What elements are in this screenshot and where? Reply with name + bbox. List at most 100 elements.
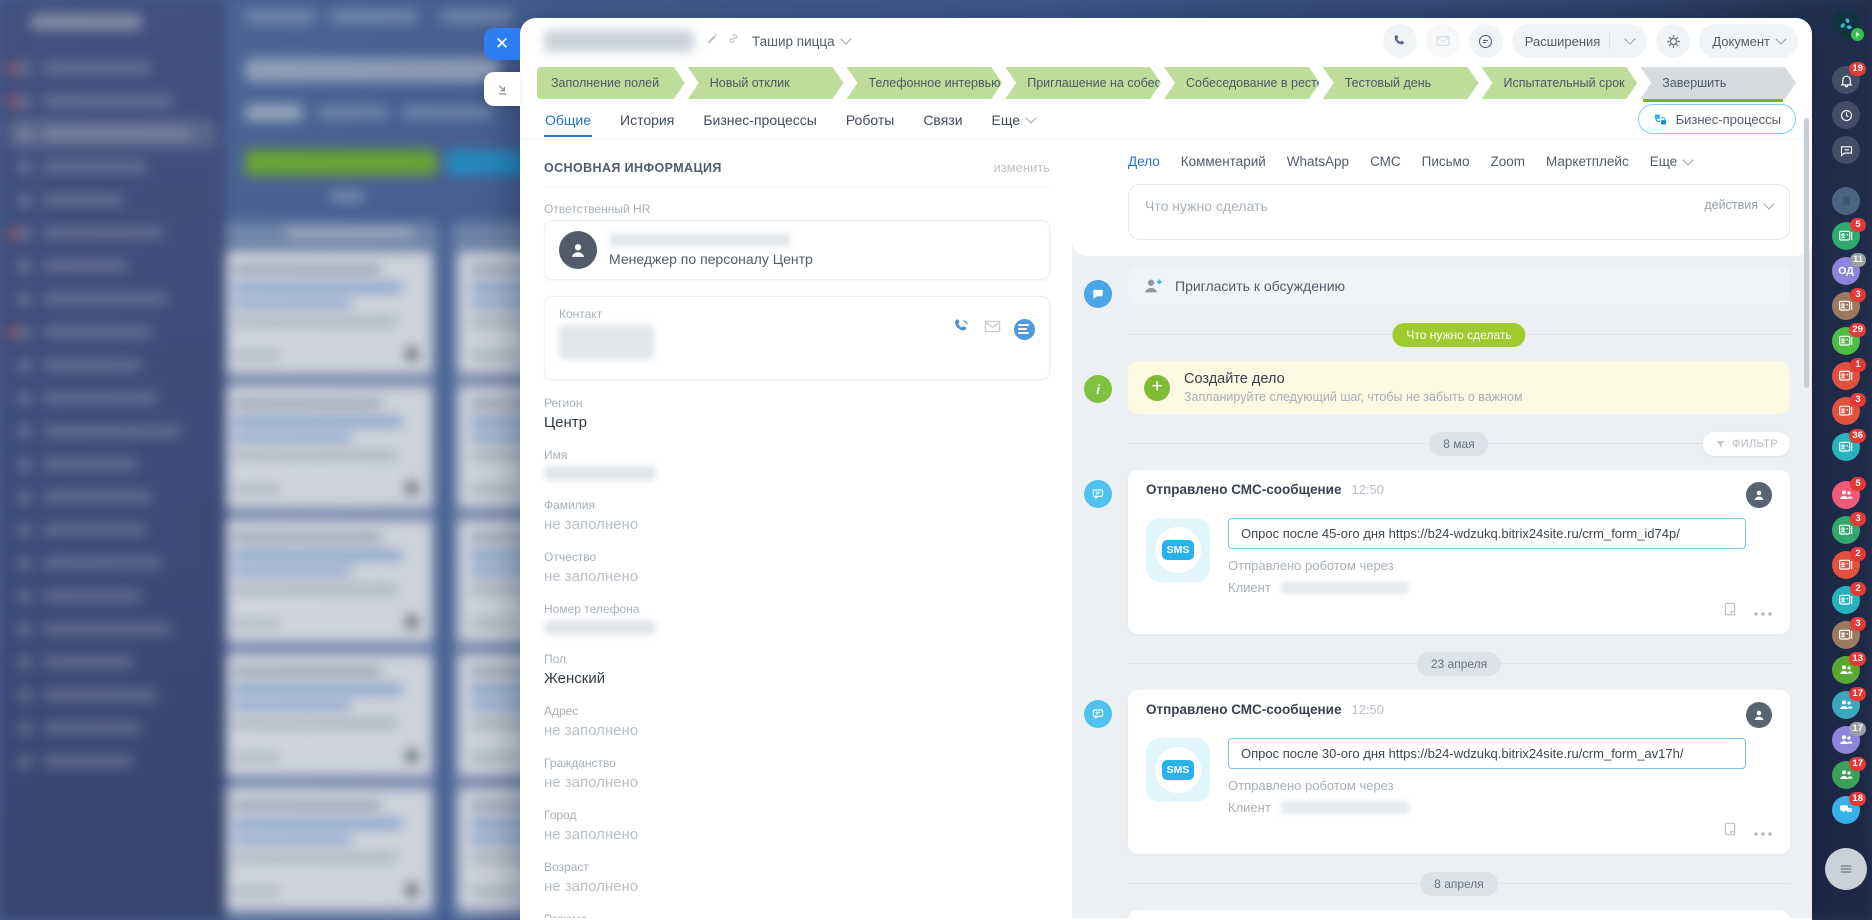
date-divider: 23 апреля: [1128, 652, 1790, 676]
field-label: Город: [544, 808, 577, 822]
background-sidebar: [0, 0, 226, 920]
rail-item-clock[interactable]: [1832, 101, 1860, 129]
rail-item-people[interactable]: 17: [1832, 722, 1866, 754]
date-badge: 8 апреля: [1420, 872, 1498, 896]
activity-tab[interactable]: Еще: [1650, 153, 1694, 169]
field-label: Возраст: [544, 860, 589, 874]
edit-section-link[interactable]: изменить: [993, 160, 1050, 175]
activity-tab[interactable]: WhatsApp: [1287, 154, 1349, 169]
contact-openline-icon[interactable]: [1014, 318, 1035, 340]
deal-title-redacted: [544, 30, 694, 52]
play-badge-icon: [1851, 28, 1864, 41]
note-icon[interactable]: [1722, 601, 1738, 622]
field-label: Адрес: [544, 704, 579, 718]
activity-composer: Дело Комментарий WhatsApp СМС Письмо Zoom Марк…: [1072, 140, 1812, 256]
invite-to-discussion[interactable]: Пригласить к обсуждению: [1128, 267, 1790, 305]
detail-tab[interactable]: История: [619, 101, 675, 137]
rail-item-bitrix24-logo[interactable]: [1832, 10, 1864, 41]
detail-tab[interactable]: Еще: [991, 101, 1037, 137]
document-dropdown[interactable]: Документ: [1699, 24, 1798, 58]
more-actions-icon[interactable]: [1754, 603, 1772, 621]
edit-title-icon[interactable]: [706, 32, 719, 50]
detail-tab[interactable]: Общие: [544, 101, 593, 137]
sms-message-card[interactable]: Отправлено СМС-сообщение 12:50 SMS Опрос…: [1128, 470, 1790, 634]
activity-tab[interactable]: Zoom: [1490, 154, 1525, 169]
note-icon[interactable]: [1722, 821, 1738, 842]
pipeline-stage[interactable]: Испытательный срок: [1482, 67, 1638, 99]
pipeline-stage[interactable]: Завершить: [1640, 67, 1796, 99]
rail-item-contact-card[interactable]: 1: [1832, 358, 1866, 390]
rail-item-contact-card[interactable]: 29: [1832, 323, 1866, 355]
pipeline-stage[interactable]: Новый отклик: [688, 67, 844, 99]
avatar: [559, 231, 597, 269]
rail-menu-button[interactable]: [1825, 848, 1867, 890]
activity-tab[interactable]: Маркетплейс: [1546, 154, 1629, 169]
sms-client-label: Клиент: [1228, 800, 1271, 815]
pipeline-selector[interactable]: Ташир пицца: [752, 33, 852, 49]
detail-tab[interactable]: Связи: [922, 101, 963, 137]
rail-item-people[interactable]: 17: [1832, 757, 1866, 789]
rail-item-contact-card[interactable]: 36: [1832, 429, 1866, 461]
activity-tab[interactable]: Дело: [1128, 154, 1160, 169]
rail-item-people[interactable]: 17: [1832, 687, 1866, 719]
sms-card-title: Отправлено СМС-сообщение: [1146, 482, 1342, 497]
comment-timeline-icon: [1084, 280, 1112, 308]
todo-quick-badge[interactable]: Что нужно сделать: [1392, 323, 1526, 347]
field-label: Номер телефона: [544, 602, 640, 616]
rail-item-bookmark[interactable]: [1832, 187, 1860, 215]
sms-timeline-icon: [1084, 700, 1112, 728]
rail-item-od-label[interactable]: ОД 11: [1832, 253, 1866, 285]
rail-item-contact-card[interactable]: 3: [1832, 393, 1866, 425]
chat-button[interactable]: [1468, 24, 1503, 58]
rail-item-contact-card[interactable]: 2: [1832, 582, 1866, 614]
sms-message-card[interactable]: Отправлено СМС-сообщение 12:50 SMS Опрос…: [1128, 690, 1790, 854]
collapse-panel-button[interactable]: [484, 72, 520, 106]
copy-link-icon[interactable]: [727, 32, 740, 50]
pipeline-stage[interactable]: Тестовый день: [1323, 67, 1479, 99]
rail-item-chat-history[interactable]: [1832, 136, 1860, 164]
pipeline-stage[interactable]: Приглашение на собеседова...: [1005, 67, 1161, 99]
rail-item-contact-card[interactable]: 3: [1832, 288, 1866, 320]
settings-button[interactable]: [1656, 24, 1691, 58]
more-actions-icon[interactable]: [1754, 823, 1772, 841]
filter-button[interactable]: ФИЛЬТР: [1702, 432, 1790, 456]
call-button[interactable]: [1382, 24, 1417, 58]
contact-mail-icon[interactable]: [983, 317, 1002, 341]
pipeline-stage[interactable]: Собеседование в ресторане: [1164, 67, 1320, 99]
rail-item-contact-card[interactable]: 2: [1832, 547, 1866, 579]
sms-message-card[interactable]: Отправлено СМС-сообщение 12:50 SMS Опрос…: [1128, 910, 1790, 918]
detail-tab[interactable]: Роботы: [845, 101, 895, 137]
sms-timeline-icon: [1084, 480, 1112, 508]
contact-card[interactable]: Контакт: [544, 296, 1050, 380]
pipeline-stage[interactable]: Заполнение полей: [537, 67, 685, 99]
create-todo-suggestion[interactable]: + Создайте дело Запланируйте следующий ш…: [1128, 361, 1790, 414]
panel-scrollbar[interactable]: [1804, 118, 1809, 388]
field-value: не заполнено: [544, 774, 639, 791]
rail-item-contact-card[interactable]: 3: [1832, 512, 1866, 544]
close-button[interactable]: ✕: [484, 28, 520, 60]
email-button[interactable]: [1425, 24, 1460, 58]
business-process-button[interactable]: Бизнес-процессы: [1637, 104, 1796, 134]
rail-item-chats[interactable]: 18: [1832, 792, 1866, 824]
activity-tab[interactable]: Комментарий: [1181, 154, 1266, 169]
notification-badge: 3: [1850, 512, 1866, 526]
actions-dropdown[interactable]: действия: [1704, 198, 1775, 212]
notification-badge: 18: [1849, 792, 1866, 806]
rail-item-bell[interactable]: 19: [1832, 62, 1866, 94]
rail-item-people[interactable]: 13: [1832, 652, 1866, 684]
rail-item-contact-card[interactable]: 3: [1832, 617, 1866, 649]
activity-tab[interactable]: СМС: [1370, 154, 1401, 169]
rail-item-people[interactable]: 5: [1832, 477, 1866, 509]
responsible-card[interactable]: Менеджер по персоналу Центр: [544, 220, 1050, 280]
plus-icon[interactable]: +: [1144, 374, 1170, 401]
notification-badge: 17: [1849, 687, 1866, 701]
extensions-dropdown[interactable]: Расширения: [1511, 24, 1648, 58]
activity-tab[interactable]: Письмо: [1422, 154, 1470, 169]
chevron-down-icon: [1624, 33, 1636, 45]
contact-call-icon[interactable]: [952, 317, 971, 341]
pipeline-stage[interactable]: Телефонное интервью: [847, 67, 1003, 99]
rail-item-contact-card[interactable]: 5: [1832, 218, 1866, 250]
todo-input[interactable]: Что нужно сделать действия: [1128, 184, 1790, 240]
field-value: не заполнено: [544, 826, 639, 843]
detail-tab[interactable]: Бизнес-процессы: [702, 101, 817, 137]
